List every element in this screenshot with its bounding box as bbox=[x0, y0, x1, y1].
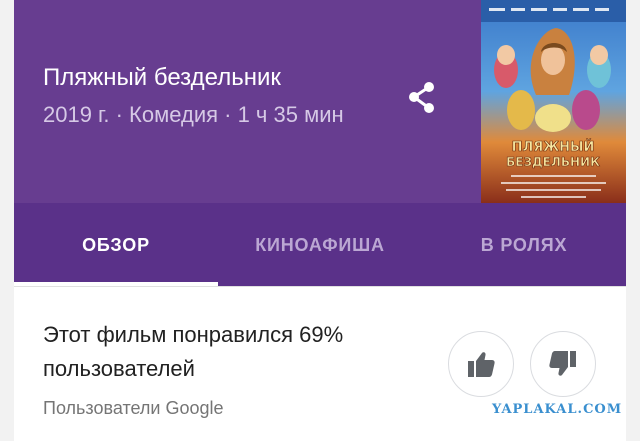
poster-image: ПЛЯЖНЫЙ БЕЗДЕЛЬНИК bbox=[481, 0, 626, 203]
share-icon bbox=[409, 82, 434, 113]
thumbs-up-icon bbox=[468, 352, 495, 377]
poster-title-line1: ПЛЯЖНЫЙ bbox=[512, 139, 595, 155]
dislike-button[interactable] bbox=[530, 331, 596, 397]
tab-bar: ОБЗОР КИНОАФИША В РОЛЯХ bbox=[14, 203, 626, 287]
movie-meta: 2019 г. · Комедия · 1 ч 35 мин bbox=[43, 102, 344, 127]
movie-header: Пляжный бездельник 2019 г. · Комедия · 1… bbox=[14, 0, 626, 203]
share-button[interactable] bbox=[402, 78, 442, 118]
audience-rating-text: Этот фильм понравился 69% пользователей bbox=[43, 322, 344, 381]
tab-cast[interactable]: В РОЛЯХ bbox=[422, 203, 626, 287]
movie-poster[interactable]: ПЛЯЖНЫЙ БЕЗДЕЛЬНИК bbox=[481, 0, 626, 203]
poster-title-line2: БЕЗДЕЛЬНИК bbox=[506, 155, 600, 169]
movie-title: Пляжный бездельник bbox=[43, 64, 281, 91]
tab-overview[interactable]: ОБЗОР bbox=[14, 203, 218, 287]
tab-divider bbox=[14, 286, 626, 287]
thumbs-down-icon bbox=[549, 351, 576, 376]
tab-showtimes[interactable]: КИНОАФИША bbox=[218, 203, 422, 287]
like-button[interactable] bbox=[448, 331, 514, 397]
rating-source: Пользователи Google bbox=[43, 398, 224, 418]
site-watermark: YAPLAKAL.COM bbox=[492, 402, 623, 417]
movie-knowledge-card: Пляжный бездельник 2019 г. · Комедия · 1… bbox=[14, 0, 626, 441]
